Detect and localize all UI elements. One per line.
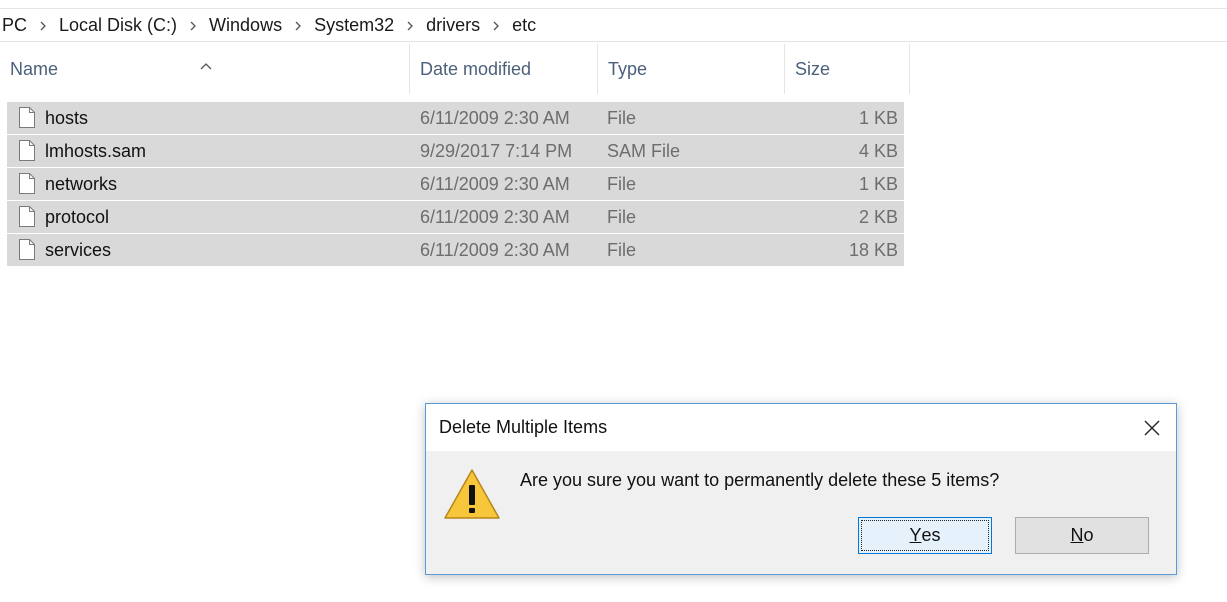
breadcrumb: PC Local Disk (C:) Windows System32 driv…	[0, 9, 1227, 42]
column-header-date-modified[interactable]: Date modified	[410, 44, 598, 94]
file-name: networks	[45, 174, 118, 194]
column-headers: Name Date modified Type Size	[0, 44, 910, 94]
breadcrumb-item-local-disk[interactable]: Local Disk (C:)	[57, 15, 179, 36]
column-header-name-label: Name	[10, 58, 59, 79]
column-header-type-label: Type	[608, 58, 648, 79]
column-header-size-label: Size	[795, 58, 831, 79]
file-icon	[18, 139, 36, 167]
file-size: 1 KB	[858, 174, 898, 194]
breadcrumb-item-pc[interactable]: PC	[0, 15, 29, 36]
breadcrumb-item-drivers[interactable]: drivers	[424, 15, 482, 36]
file-size: 18 KB	[848, 240, 898, 260]
delete-confirm-dialog: Delete Multiple Items Are you sure you w…	[425, 403, 1177, 575]
close-button[interactable]	[1134, 410, 1170, 446]
file-row-lmhosts-sam[interactable]: lmhosts.sam 9/29/2017 7:14 PM SAM File 4…	[7, 135, 904, 167]
file-type: File	[607, 207, 637, 227]
focus-ring	[861, 520, 989, 551]
file-icon	[18, 238, 36, 266]
file-size: 4 KB	[858, 141, 898, 161]
breadcrumb-item-windows[interactable]: Windows	[207, 15, 284, 36]
file-name: lmhosts.sam	[45, 141, 147, 161]
file-icon	[18, 172, 36, 200]
dialog-titlebar[interactable]: Delete Multiple Items	[426, 404, 1176, 451]
breadcrumb-item-system32[interactable]: System32	[312, 15, 396, 36]
file-icon	[18, 106, 36, 134]
column-header-type[interactable]: Type	[598, 44, 785, 94]
sort-ascending-icon	[200, 54, 212, 75]
no-button-mnemonic: N	[1070, 525, 1084, 545]
chevron-right-icon[interactable]	[482, 18, 510, 33]
no-button[interactable]: No	[1015, 517, 1149, 554]
chevron-right-icon[interactable]	[396, 18, 424, 33]
file-date-modified: 6/11/2009 2:30 AM	[420, 240, 570, 260]
column-header-date-label: Date modified	[420, 58, 532, 79]
file-name: services	[45, 240, 112, 260]
file-list: hosts 6/11/2009 2:30 AM File 1 KB lmhost…	[7, 102, 904, 267]
file-icon	[18, 205, 36, 233]
file-row-services[interactable]: services 6/11/2009 2:30 AM File 18 KB	[7, 234, 904, 266]
file-row-networks[interactable]: networks 6/11/2009 2:30 AM File 1 KB	[7, 168, 904, 200]
file-name: protocol	[45, 207, 110, 227]
warning-icon	[443, 468, 501, 525]
file-date-modified: 6/11/2009 2:30 AM	[420, 174, 570, 194]
column-header-name[interactable]: Name	[0, 44, 410, 94]
dialog-message: Are you sure you want to permanently del…	[520, 470, 1000, 490]
file-type: File	[607, 240, 637, 260]
file-size: 2 KB	[858, 207, 898, 227]
file-type: SAM File	[607, 141, 681, 161]
no-button-label: o	[1083, 525, 1094, 545]
file-date-modified: 6/11/2009 2:30 AM	[420, 108, 570, 128]
file-date-modified: 9/29/2017 7:14 PM	[420, 141, 573, 161]
file-type: File	[607, 108, 637, 128]
file-type: File	[607, 174, 637, 194]
file-name: hosts	[45, 108, 89, 128]
file-row-protocol[interactable]: protocol 6/11/2009 2:30 AM File 2 KB	[7, 201, 904, 233]
dialog-title: Delete Multiple Items	[439, 417, 608, 437]
close-icon	[1144, 420, 1160, 436]
file-row-hosts[interactable]: hosts 6/11/2009 2:30 AM File 1 KB	[7, 102, 904, 134]
chevron-right-icon[interactable]	[29, 18, 57, 33]
file-size: 1 KB	[858, 108, 898, 128]
breadcrumb-item-etc[interactable]: etc	[510, 15, 538, 36]
chevron-right-icon[interactable]	[179, 18, 207, 33]
yes-button[interactable]: Yes	[858, 517, 992, 554]
file-date-modified: 6/11/2009 2:30 AM	[420, 207, 570, 227]
column-header-size[interactable]: Size	[785, 44, 910, 94]
chevron-right-icon[interactable]	[284, 18, 312, 33]
